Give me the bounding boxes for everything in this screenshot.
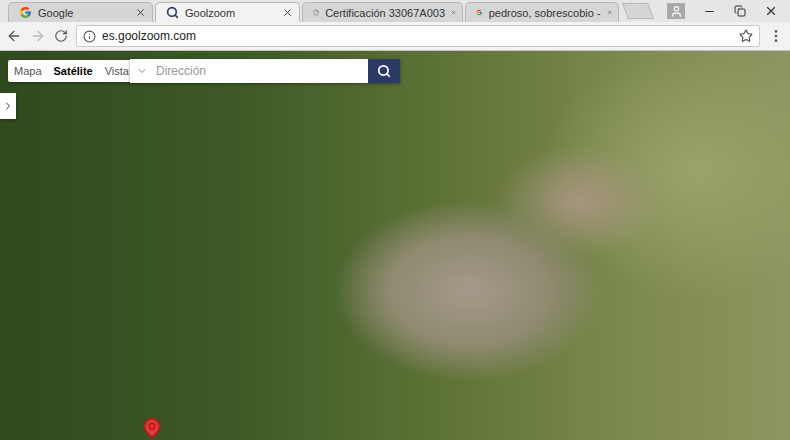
back-icon[interactable] [6,28,22,44]
dropdown-icon[interactable] [136,65,148,77]
search-box: Dirección [130,59,400,83]
bookmark-star-icon[interactable] [739,29,753,43]
view-mode-switch: MapaSatéliteVista [8,60,135,82]
goolzoom-icon [166,6,179,19]
toolbar: es.goolzoom.com [0,22,790,51]
tab-strip: Google Goolzoom Certificación 33067A003 ped… [0,0,790,22]
tab-label: Certificación 33067A003 [325,7,445,19]
tab-label: pedroso, sobrescobio - [489,7,601,19]
menu-icon[interactable] [768,28,784,44]
document-icon [313,6,319,19]
view-mode-button[interactable]: Satélite [48,60,99,82]
close-icon[interactable] [451,7,456,18]
view-mode-button[interactable]: Mapa [8,60,48,82]
forward-icon[interactable] [30,28,46,44]
reload-icon[interactable] [54,29,68,43]
restore-icon[interactable] [734,5,746,17]
minimize-icon[interactable] [703,5,716,18]
close-window-icon[interactable] [764,4,778,18]
info-icon[interactable] [83,30,96,43]
search-field[interactable]: Dirección [130,59,368,83]
close-icon[interactable] [607,7,613,18]
browser-tab[interactable]: pedroso, sobrescobio - [465,2,619,22]
browser-tab[interactable]: Google [8,2,153,22]
chevron-right-icon [2,100,14,112]
search-button[interactable] [368,59,400,83]
browser-tab[interactable]: Goolzoom [155,2,300,22]
search-placeholder: Dirección [156,64,206,78]
map-pin[interactable] [141,417,163,440]
search-icon [377,64,391,78]
close-icon[interactable] [282,7,293,18]
browser-window: Google Goolzoom Certificación 33067A003 ped… [0,0,790,440]
window-controls [655,0,790,22]
satellite-map[interactable]: MapaSatéliteVista Dirección [0,51,790,440]
side-panel-toggle[interactable] [0,93,16,119]
address-text: es.goolzoom.com [102,29,733,43]
close-icon[interactable] [135,7,146,18]
google-icon [476,6,483,19]
google-icon [19,6,32,19]
map-pin-icon [141,417,163,439]
tab-label: Goolzoom [185,7,276,19]
address-bar[interactable]: es.goolzoom.com [76,25,760,47]
user-icon [670,5,683,18]
profile-button[interactable] [667,3,685,19]
tab-label: Google [38,7,129,19]
new-tab-button[interactable] [622,3,654,19]
browser-tab[interactable]: Certificación 33067A003 [302,2,463,22]
